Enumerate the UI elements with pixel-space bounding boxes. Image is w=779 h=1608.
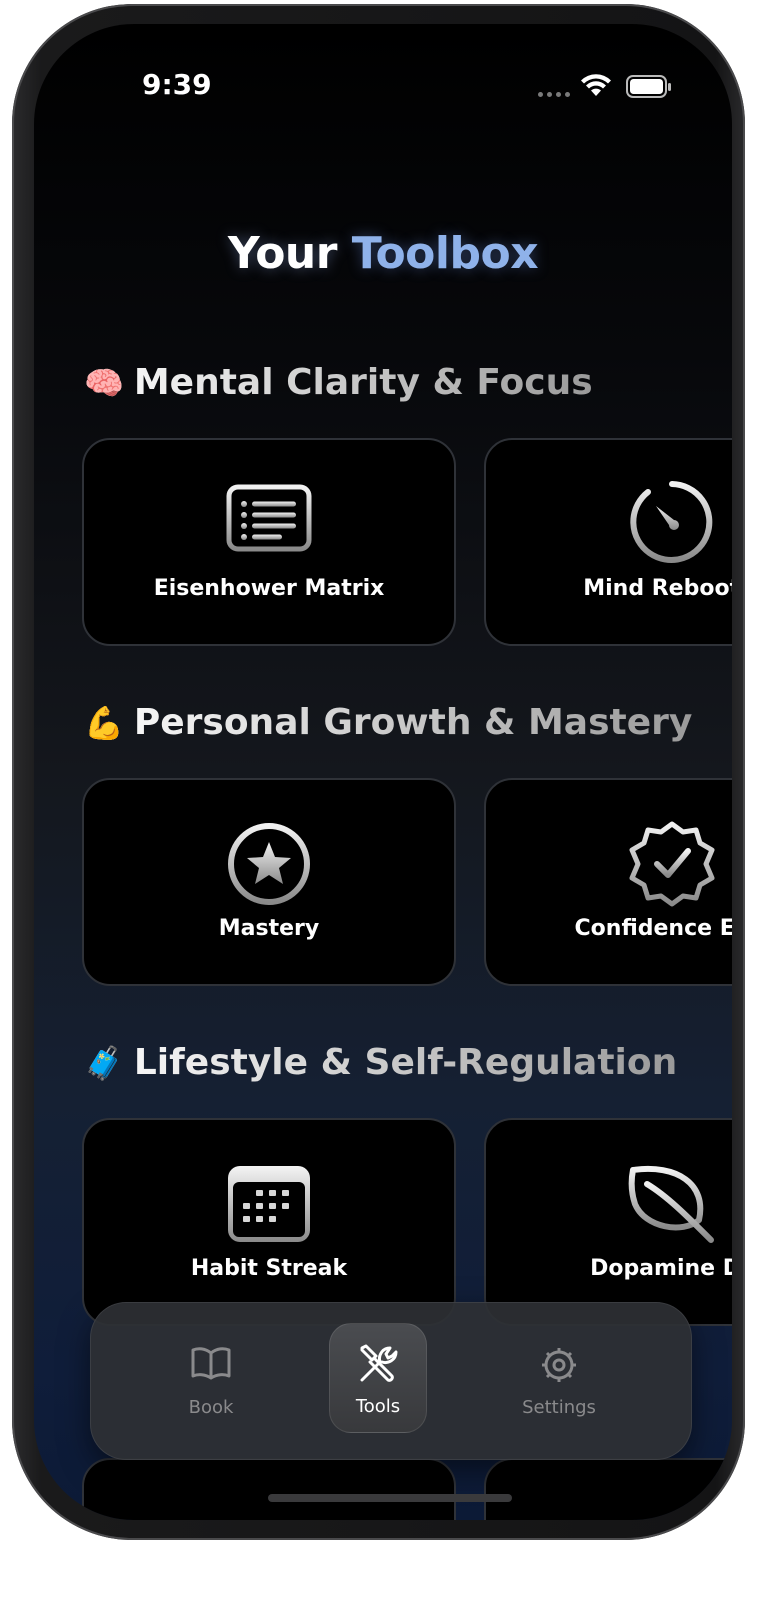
page-title: Your Toolbox <box>34 228 732 279</box>
phone-frame: 9:39 Your Toolbox 🧠 Mental Clarity & Foc… <box>12 4 745 1540</box>
gear-icon <box>542 1348 576 1382</box>
battery-icon <box>626 75 671 98</box>
tool-card-partial[interactable] <box>82 1458 456 1520</box>
tab-tools[interactable]: Tools <box>329 1323 427 1433</box>
home-indicator[interactable] <box>268 1494 512 1502</box>
luggage-emoji-icon: 🧳 <box>84 1043 124 1082</box>
star-circle-icon <box>228 823 310 905</box>
section-title-personal-growth: 💪 Personal Growth & Mastery <box>84 702 692 743</box>
tab-label: Settings <box>522 1397 596 1418</box>
leaf-icon <box>628 1166 714 1243</box>
flexed-biceps-emoji-icon: 💪 <box>84 703 124 742</box>
tool-card-habit-streak[interactable]: Habit Streak <box>82 1118 456 1326</box>
brain-emoji-icon: 🧠 <box>84 363 124 402</box>
tool-card-label: Dopamine De <box>590 1256 732 1281</box>
app-screen: 9:39 Your Toolbox 🧠 Mental Clarity & Foc… <box>34 24 732 1520</box>
tool-row-mental-clarity: Eisenhower Matrix Mind Reboot T <box>82 438 732 650</box>
tab-book[interactable]: Book <box>163 1327 259 1435</box>
tools-icon <box>360 1344 398 1382</box>
tab-settings[interactable]: Settings <box>511 1327 607 1435</box>
section-title-lifestyle: 🧳 Lifestyle & Self-Regulation <box>84 1042 677 1083</box>
status-time: 9:39 <box>142 68 212 101</box>
page-title-part1: Your <box>227 228 338 279</box>
tab-label: Book <box>188 1397 234 1418</box>
signal-icon <box>538 92 572 97</box>
book-icon <box>191 1347 231 1380</box>
section-title-mental-clarity: 🧠 Mental Clarity & Focus <box>84 362 593 403</box>
page-title-part2: Toolbox <box>351 228 539 279</box>
tool-card-dopamine-detox[interactable]: Dopamine De <box>484 1118 732 1326</box>
tool-card-eisenhower-matrix[interactable]: Eisenhower Matrix <box>82 438 456 646</box>
tool-card-confidence-eval[interactable]: Confidence Eval <box>484 778 732 986</box>
tool-card-label: Habit Streak <box>190 1256 348 1281</box>
tool-card-label: Mind Reboot T <box>583 576 732 601</box>
section-title-label: Lifestyle & Self-Regulation <box>133 1042 678 1083</box>
calendar-icon <box>228 1166 310 1242</box>
tool-row-lifestyle: Habit Streak Dopamine De <box>82 1118 732 1330</box>
tool-card-label: Confidence Eval <box>574 916 732 941</box>
tool-card-label: Mastery <box>218 916 320 941</box>
wifi-icon <box>581 74 611 96</box>
timer-icon <box>630 481 713 563</box>
section-title-label: Mental Clarity & Focus <box>133 362 593 403</box>
tab-label: Tools <box>355 1396 401 1417</box>
checkmark-seal-icon <box>629 821 715 907</box>
tab-bar: Book Tools Settings <box>90 1302 692 1460</box>
tool-card-mastery[interactable]: Mastery <box>82 778 456 986</box>
tool-card-partial[interactable] <box>484 1458 732 1520</box>
list-icon <box>226 484 312 552</box>
section-title-label: Personal Growth & Mastery <box>133 702 693 743</box>
tool-card-mind-reboot[interactable]: Mind Reboot T <box>484 438 732 646</box>
tool-row-personal-growth: Mastery Confidence Eval <box>82 778 732 990</box>
tool-card-label: Eisenhower Matrix <box>153 576 385 601</box>
